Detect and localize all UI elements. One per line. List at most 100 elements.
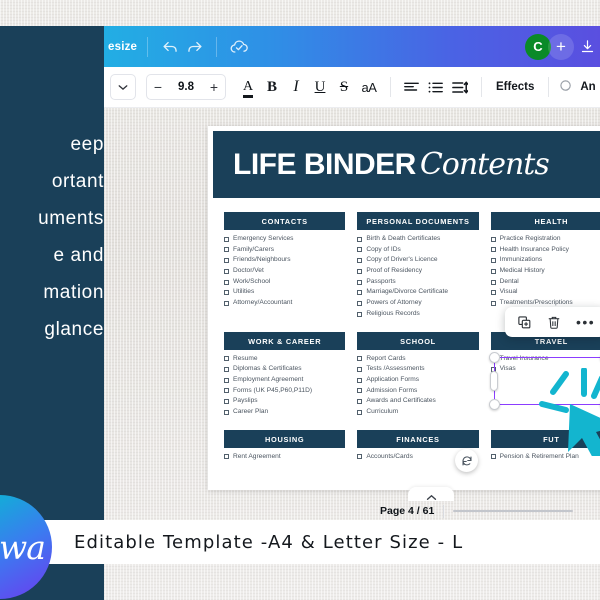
- checkbox-icon[interactable]: [357, 377, 363, 383]
- font-size-increase-button[interactable]: +: [203, 79, 225, 95]
- checklist-item[interactable]: Utilities: [224, 289, 345, 296]
- checklist-item[interactable]: Employment Agreement: [224, 376, 345, 384]
- checkbox-icon[interactable]: [224, 356, 229, 362]
- checkbox-icon[interactable]: [224, 454, 229, 460]
- font-size-decrease-button[interactable]: −: [147, 79, 169, 95]
- checkbox-icon[interactable]: [357, 454, 363, 460]
- checklist-item[interactable]: Payslips: [224, 398, 345, 405]
- cloud-check-icon[interactable]: [227, 35, 251, 59]
- checklist-item[interactable]: Attorney/Accountant: [224, 300, 345, 307]
- checkbox-icon[interactable]: [490, 300, 496, 306]
- checkbox-icon[interactable]: [224, 399, 229, 405]
- font-size-value[interactable]: 9.8: [169, 81, 203, 93]
- category-box[interactable]: WORK & CAREER Resume Diplomas & Certificat…: [224, 331, 346, 420]
- resize-handle-bottom-left[interactable]: [489, 399, 500, 410]
- resize-handle-left[interactable]: [490, 371, 498, 391]
- resize-handle-top-left[interactable]: [489, 352, 500, 363]
- checklist-item[interactable]: Resume: [224, 355, 345, 363]
- checklist-item[interactable]: Visual: [490, 289, 600, 296]
- line-spacing-icon[interactable]: [447, 67, 473, 108]
- checklist-item[interactable]: Dental: [490, 278, 600, 286]
- checkbox-icon[interactable]: [490, 290, 496, 296]
- checkbox-icon[interactable]: [224, 388, 229, 394]
- checklist-item[interactable]: Doctor/Vet: [224, 267, 345, 275]
- text-color-button[interactable]: A: [236, 67, 260, 108]
- checkbox-icon[interactable]: [224, 279, 229, 285]
- redo-icon[interactable]: [182, 35, 206, 59]
- checklist-item[interactable]: Diplomas & Certificates: [224, 366, 345, 373]
- effects-button[interactable]: Effects: [490, 67, 540, 108]
- checkbox-icon[interactable]: [357, 311, 363, 317]
- trash-icon[interactable]: [546, 314, 562, 330]
- checkbox-icon[interactable]: [357, 356, 363, 362]
- checkbox-icon[interactable]: [224, 377, 229, 383]
- checkbox-icon[interactable]: [224, 366, 229, 372]
- checklist-item[interactable]: Report Cards: [357, 355, 478, 363]
- checklist-item[interactable]: Friends/Neighbours: [224, 257, 345, 264]
- add-collaborator-button[interactable]: +: [548, 33, 574, 60]
- bullet-list-icon[interactable]: [423, 67, 447, 108]
- undo-icon[interactable]: [158, 35, 182, 59]
- checkbox-icon[interactable]: [224, 290, 229, 296]
- checkbox-icon[interactable]: [357, 247, 363, 253]
- zoom-slider[interactable]: [453, 510, 574, 512]
- category-box[interactable]: HOUSING Rent Agreement: [224, 429, 346, 465]
- element-context-toolbar[interactable]: •••: [505, 307, 600, 337]
- checklist-item[interactable]: Passports: [357, 278, 478, 286]
- checkbox-icon[interactable]: [224, 247, 229, 253]
- bold-button[interactable]: B: [260, 67, 284, 108]
- checkbox-icon[interactable]: [357, 300, 363, 306]
- checkbox-icon[interactable]: [357, 258, 363, 264]
- category-box[interactable]: PERSONAL DOCUMENTS Birth & Death Certific…: [357, 212, 479, 322]
- checklist-item[interactable]: Medical History: [490, 267, 600, 275]
- text-align-icon[interactable]: [399, 67, 423, 108]
- category-box[interactable]: SCHOOL Report Cards Tests /Assessments Appl…: [357, 331, 479, 420]
- checklist-item[interactable]: Health Insurance Policy: [490, 246, 600, 254]
- checklist-item[interactable]: Treatments/Prescriptions: [490, 300, 600, 307]
- checklist-item[interactable]: Birth & Death Certificates: [357, 235, 478, 243]
- checkbox-icon[interactable]: [357, 279, 363, 285]
- checklist-item[interactable]: Career Plan: [224, 408, 345, 416]
- checkbox-icon[interactable]: [357, 268, 363, 274]
- checklist-item[interactable]: Curriculum: [357, 408, 478, 416]
- checkbox-icon[interactable]: [490, 279, 496, 285]
- scroll-up-handle[interactable]: [408, 487, 454, 501]
- checkbox-icon[interactable]: [490, 236, 496, 242]
- checklist-item[interactable]: Application Forms: [357, 376, 478, 384]
- checklist-item[interactable]: Religious Records: [357, 310, 478, 318]
- checkbox-icon[interactable]: [357, 388, 363, 394]
- checkbox-icon[interactable]: [357, 290, 363, 296]
- resize-button[interactable]: esize: [108, 41, 137, 53]
- download-icon[interactable]: [576, 34, 598, 60]
- checklist-item[interactable]: Work/School: [224, 278, 345, 286]
- font-size-stepper[interactable]: − 9.8 +: [146, 74, 226, 100]
- checklist-item[interactable]: Awards and Certificates: [357, 398, 478, 405]
- checklist-item[interactable]: Practice Registration: [490, 235, 600, 243]
- duplicate-icon[interactable]: [516, 314, 532, 330]
- checkbox-icon[interactable]: [224, 258, 229, 264]
- checklist-item[interactable]: Admission Forms: [357, 387, 478, 395]
- checklist-item[interactable]: Forms (UK P45,P60,P11D): [224, 387, 345, 395]
- category-box[interactable]: HEALTH Practice Registration Health Insura…: [490, 212, 600, 322]
- checkbox-icon[interactable]: [357, 399, 363, 405]
- checklist-item[interactable]: Copy of Driver's Licence: [357, 257, 478, 264]
- checklist-item[interactable]: Proof of Residency: [357, 267, 478, 275]
- font-family-dropdown[interactable]: [110, 74, 136, 100]
- animate-button[interactable]: An: [577, 67, 595, 108]
- checkbox-icon[interactable]: [357, 366, 363, 372]
- checklist-item[interactable]: Family/Carers: [224, 246, 345, 254]
- checklist-item[interactable]: Powers of Attorney: [357, 300, 478, 307]
- checkbox-icon[interactable]: [224, 236, 229, 242]
- checkbox-icon[interactable]: [357, 409, 363, 415]
- more-options-icon[interactable]: •••: [576, 315, 595, 329]
- animate-icon[interactable]: [557, 67, 577, 108]
- category-box[interactable]: CONTACTS Emergency Services Family/Carers F…: [224, 212, 346, 322]
- checkbox-icon[interactable]: [357, 236, 363, 242]
- rotate-icon[interactable]: [455, 449, 478, 472]
- checkbox-icon[interactable]: [224, 268, 229, 274]
- checklist-item[interactable]: Marriage/Divorce Certificate: [357, 289, 478, 296]
- letter-case-button[interactable]: aA: [356, 67, 382, 108]
- checklist-item[interactable]: Rent Agreement: [224, 453, 345, 461]
- checklist-item[interactable]: Copy of IDs: [357, 246, 478, 254]
- checkbox-icon[interactable]: [490, 268, 496, 274]
